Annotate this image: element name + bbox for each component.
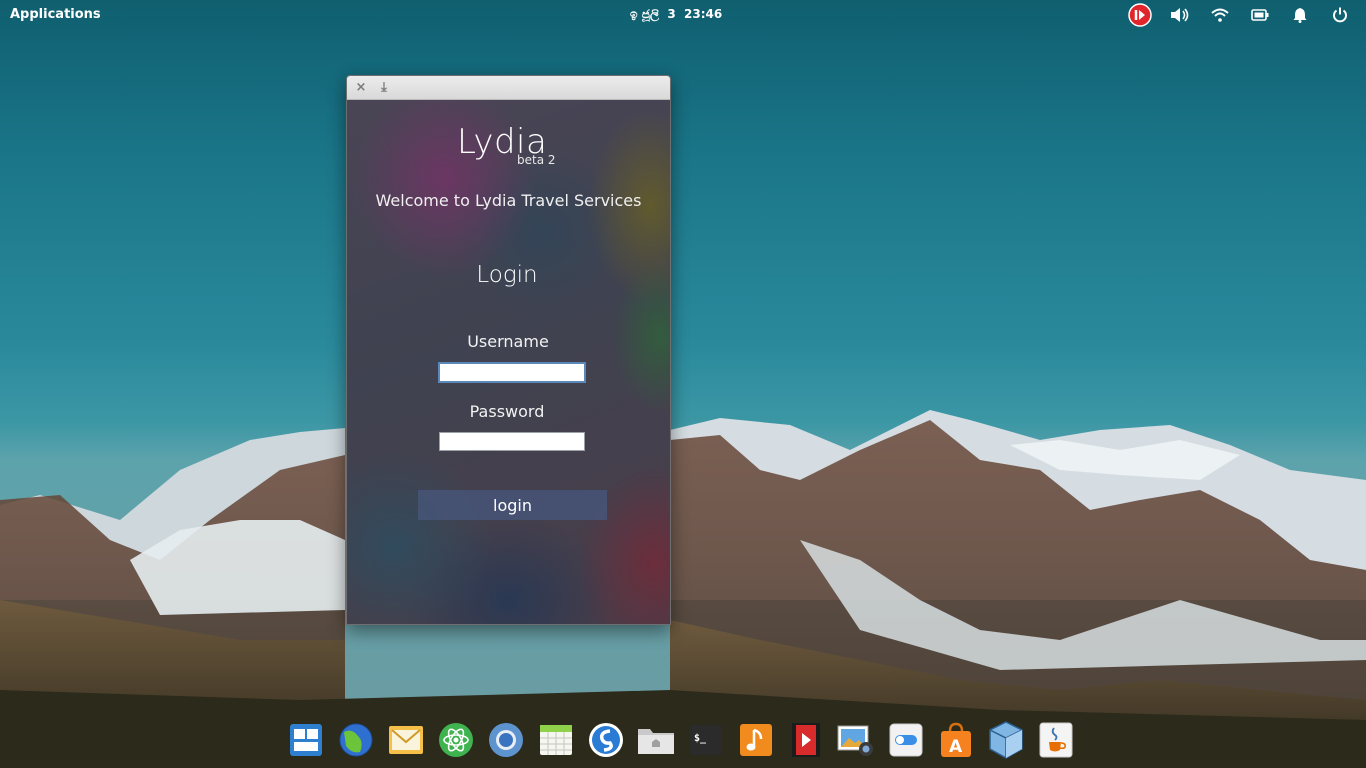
wifi-icon[interactable] [1200, 3, 1240, 27]
photos-icon[interactable] [833, 716, 879, 764]
welcome-message: Welcome to Lydia Travel Services [375, 191, 642, 210]
svg-text:$_: $_ [694, 733, 707, 744]
system-tray [1120, 3, 1360, 27]
volume-icon[interactable] [1160, 3, 1200, 27]
minimize-window-button[interactable]: ⤓ [376, 80, 392, 96]
username-input[interactable] [438, 362, 586, 383]
date-time-indicator[interactable]: ඉ ජූලි 3 23:46 [630, 7, 722, 22]
mail-icon[interactable] [383, 716, 429, 764]
music-icon[interactable] [733, 716, 779, 764]
atom-editor-icon[interactable] [433, 716, 479, 764]
chromium-icon[interactable] [483, 716, 529, 764]
svg-text:A: A [949, 737, 963, 757]
appcenter-icon[interactable]: A [933, 716, 979, 764]
username-label: Username [467, 332, 549, 351]
beta-tag: beta 2 [517, 153, 556, 167]
login-panel: Lydia beta 2 Welcome to Lydia Travel Ser… [347, 100, 670, 624]
screen-recorder-icon[interactable] [1120, 3, 1160, 27]
login-button[interactable]: login [418, 490, 607, 520]
multitasking-view-icon[interactable] [283, 716, 329, 764]
simplenote-icon[interactable] [583, 716, 629, 764]
top-panel: Applications ඉ ජූලි 3 23:46 [0, 0, 1366, 30]
terminal-icon[interactable]: $_ [683, 716, 729, 764]
java-icon[interactable] [1033, 716, 1079, 764]
calendar-icon[interactable] [533, 716, 579, 764]
notifications-bell-icon[interactable] [1280, 3, 1320, 27]
login-heading: Login [476, 262, 538, 288]
virtualbox-icon[interactable] [983, 716, 1029, 764]
window-titlebar[interactable]: × ⤓ [347, 76, 670, 100]
password-label: Password [469, 402, 545, 421]
lydia-login-window: × ⤓ Lydia beta 2 Welcome to Lydia Travel… [346, 75, 671, 625]
applications-menu[interactable]: Applications [10, 7, 101, 22]
password-input[interactable] [439, 432, 585, 451]
system-settings-icon[interactable] [883, 716, 929, 764]
dock: $_ A [283, 716, 1079, 768]
videos-icon[interactable] [783, 716, 829, 764]
close-window-button[interactable]: × [353, 80, 369, 96]
desktop-wallpaper [0, 410, 1366, 768]
files-icon[interactable] [633, 716, 679, 764]
battery-icon[interactable] [1240, 3, 1280, 27]
web-browser-icon[interactable] [333, 716, 379, 764]
power-icon[interactable] [1320, 3, 1360, 27]
